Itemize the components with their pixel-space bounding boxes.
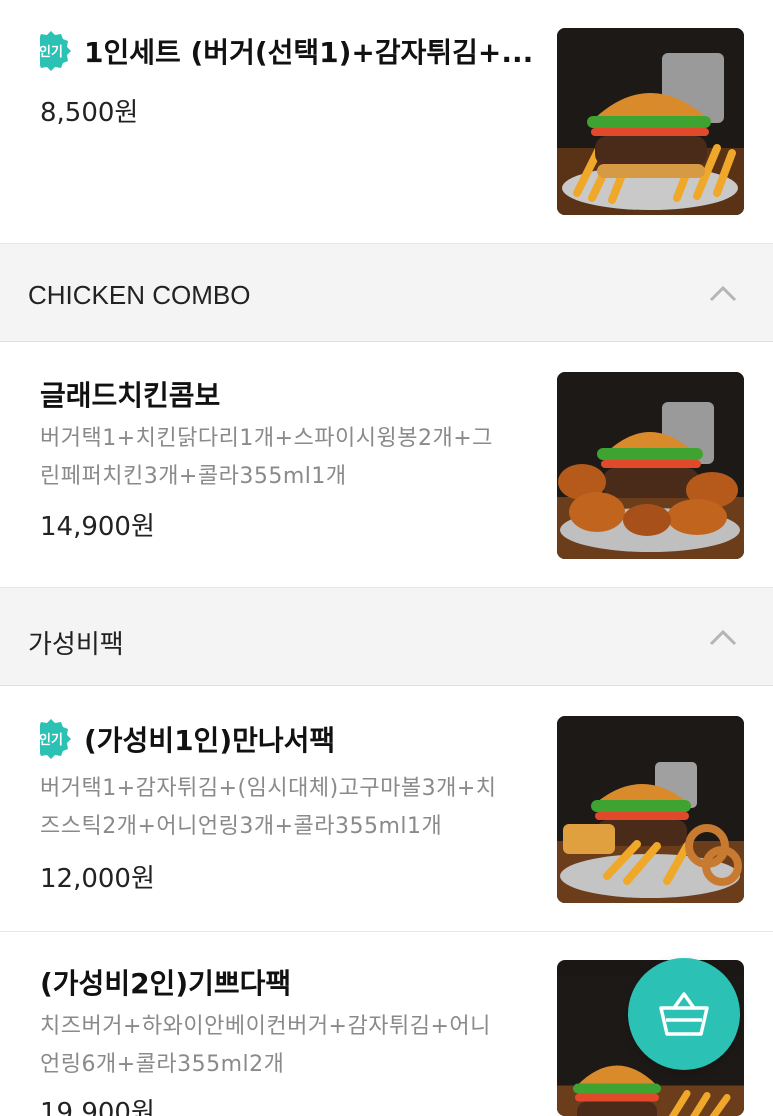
menu-item[interactable]: 글래드치킨콤보 버거택1+치킨닭다리1개+스파이시윙봉2개+그 린페퍼치킨3개+… (0, 342, 773, 588)
chevron-up-icon[interactable] (709, 628, 737, 646)
section-header-value-pack[interactable]: 가성비팩 (0, 588, 773, 686)
menu-list-page: 인기 1인세트 (버거(선택1)+감자튀김+... 8,500원 CHICKEN (0, 0, 773, 1116)
description-line: 즈스틱2개+어니언링3개+콜라355ml1개 (40, 814, 443, 839)
popular-badge-icon: 인기 (40, 30, 72, 72)
popular-badge-icon: 인기 (40, 718, 72, 760)
menu-item-price: 14,900원 (40, 512, 155, 542)
menu-item-title: 인기 (가성비1인)만나서팩 (40, 718, 540, 760)
menu-item-name: (가성비2인)기쁘다팩 (40, 967, 292, 1000)
menu-item-description: 버거택1+치킨닭다리1개+스파이시윙봉2개+그 린페퍼치킨3개+콜라355ml1… (40, 420, 540, 496)
basket-icon (659, 992, 709, 1036)
menu-item-price: 19,900원 (40, 1098, 155, 1116)
menu-item-title: 글래드치킨콤보 (40, 374, 540, 414)
badge-label: 인기 (40, 44, 63, 60)
description-line: 버거택1+치킨닭다리1개+스파이시윙봉2개+그 (40, 426, 493, 451)
menu-item-name: 1인세트 (버거(선택1)+감자튀김+... (84, 36, 534, 69)
menu-item-name: (가성비1인)만나서팩 (84, 724, 336, 757)
menu-item-price: 12,000원 (40, 864, 155, 894)
menu-item-image (557, 716, 744, 903)
menu-item-name: 글래드치킨콤보 (40, 379, 221, 412)
chevron-up-icon[interactable] (709, 284, 737, 302)
section-title: 가성비팩 (28, 629, 124, 659)
menu-item-description: 버거택1+감자튀김+(임시대체)고구마볼3개+치 즈스틱2개+어니언링3개+콜라… (40, 770, 540, 846)
description-line: 언링6개+콜라355ml2개 (40, 1052, 285, 1077)
menu-item-image (557, 28, 744, 215)
cart-button[interactable] (628, 958, 740, 1070)
description-line: 버거택1+감자튀김+(임시대체)고구마볼3개+치 (40, 776, 497, 801)
menu-item-description: 치즈버거+하와이안베이컨버거+감자튀김+어니 언링6개+콜라355ml2개 (40, 1008, 540, 1084)
description-line: 린페퍼치킨3개+콜라355ml1개 (40, 464, 347, 489)
menu-item[interactable]: 인기 (가성비1인)만나서팩 버거택1+감자튀김+(임시대체)고구마볼3개+치 … (0, 686, 773, 932)
section-title: CHICKEN COMBO (28, 280, 251, 310)
menu-item[interactable]: 인기 1인세트 (버거(선택1)+감자튀김+... 8,500원 (0, 0, 773, 244)
badge-label: 인기 (40, 732, 63, 748)
section-header-chicken-combo[interactable]: CHICKEN COMBO (0, 244, 773, 342)
description-line: 치즈버거+하와이안베이컨버거+감자튀김+어니 (40, 1014, 491, 1039)
menu-item-title: (가성비2인)기쁘다팩 (40, 962, 540, 1002)
menu-item-price: 8,500원 (40, 98, 139, 128)
menu-item-image (557, 372, 744, 559)
menu-item-title: 인기 1인세트 (버거(선택1)+감자튀김+... (40, 30, 540, 72)
